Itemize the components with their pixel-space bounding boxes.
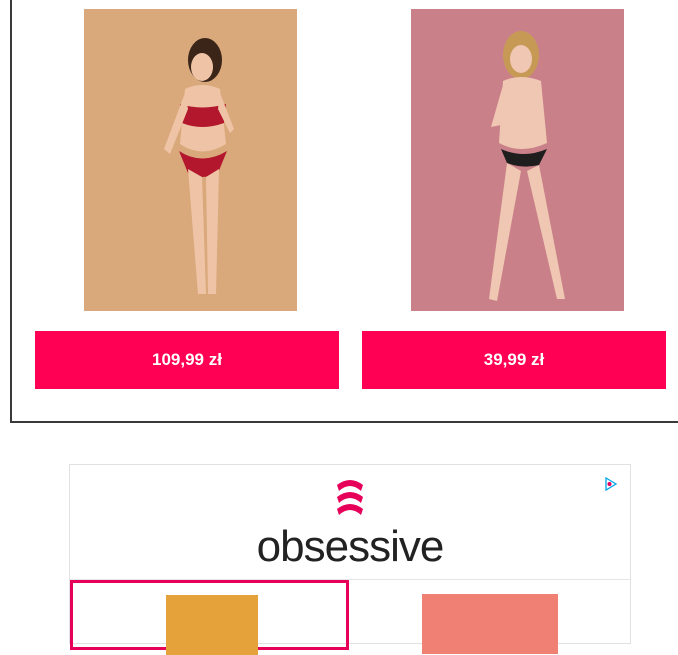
price-button-product-2[interactable]: 39,99 zł — [362, 331, 666, 389]
thumbnail-image[interactable] — [422, 594, 558, 654]
thumbnail-image — [166, 595, 258, 655]
brand-ad-panel: obsessive — [69, 464, 631, 655]
product-image-lingerie-red[interactable] — [84, 9, 297, 311]
price-label: 39,99 zł — [483, 350, 545, 369]
brand-mark-icon — [337, 480, 363, 515]
brand-logo[interactable]: obsessive — [70, 475, 630, 569]
thumbnail-card-selected[interactable] — [70, 580, 349, 655]
brand-name: obsessive — [256, 522, 445, 571]
price-button-product-1[interactable]: 109,99 zł — [35, 331, 339, 389]
product-image-lingerie-black[interactable] — [411, 9, 624, 311]
model-figure — [164, 38, 234, 294]
price-label: 109,99 zł — [152, 350, 222, 369]
product-ad-panel: 109,99 zł 39,99 zł — [10, 0, 678, 423]
model-figure — [489, 31, 565, 301]
